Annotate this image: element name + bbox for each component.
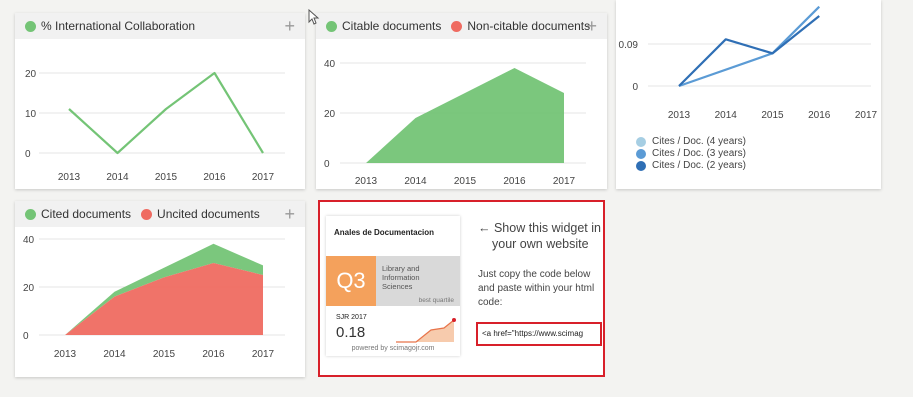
legend-label: Cites / Doc. (4 years) xyxy=(652,136,746,147)
legend-dot-icon xyxy=(636,160,646,171)
x-tick-label: 2016 xyxy=(808,110,831,121)
sjr-sparkline xyxy=(396,318,456,343)
best-quartile-label: best quartile xyxy=(418,297,454,304)
card-header: Cited documents Uncited documents xyxy=(15,201,305,227)
x-tick-label: 2013 xyxy=(355,176,378,187)
sjr-year-label: SJR 2017 xyxy=(336,314,367,321)
legend-dot-icon xyxy=(636,136,646,147)
intl-collab-chart: 0 10 20 2013 2014 2015 2016 2017 xyxy=(25,69,285,183)
x-tick-label: 2017 xyxy=(855,110,878,121)
legend-dot-icon xyxy=(25,20,36,32)
intl-collab-card: % International Collaboration + 0 10 20 201… xyxy=(15,13,305,189)
cites-per-doc-card: 0 0.09 2013 2014 2015 2016 2017 Cites / Doc. (… xyxy=(616,0,881,189)
legend-label: Cites / Doc. (2 years) xyxy=(652,160,746,171)
cited-docs-chart: 0 20 40 2013 2014 2015 2016 2017 xyxy=(23,235,285,360)
y-tick-label: 0 xyxy=(23,331,29,342)
widget-highlight-frame: Anales de Documentacion Q3 Library and I… xyxy=(318,200,605,377)
y-tick-label: 0 xyxy=(632,82,638,93)
x-tick-label: 2015 xyxy=(153,349,176,360)
y-tick-label: 40 xyxy=(23,235,35,246)
y-tick-label: 40 xyxy=(324,59,336,70)
legend-dot-icon xyxy=(141,208,153,220)
legend-dot-icon xyxy=(25,208,36,220)
mouse-cursor-icon xyxy=(308,9,320,25)
legend-dot-icon xyxy=(636,148,646,159)
cites-per-doc-chart: 0 0.09 2013 2014 2015 2016 2017 xyxy=(619,5,878,121)
card-header: % International Collaboration xyxy=(15,13,305,39)
y-tick-label: 20 xyxy=(324,109,336,120)
y-tick-label: 0 xyxy=(324,159,330,170)
y-tick-label: 0 xyxy=(25,149,31,160)
legend-label: Uncited documents xyxy=(157,207,260,221)
legend-label: Citable documents xyxy=(342,19,442,33)
sjr-widget[interactable]: Anales de Documentacion Q3 Library and I… xyxy=(326,216,460,356)
embed-code-field[interactable]: <a href="https://www.scimag xyxy=(476,322,602,346)
widget-heading: ← Show this widget in your own website xyxy=(478,221,601,251)
x-tick-label: 2014 xyxy=(404,176,427,187)
x-tick-label: 2013 xyxy=(58,172,81,183)
legend-item-uncited[interactable]: Uncited documents xyxy=(141,207,260,221)
widget-instructions: Just copy the code below and paste withi… xyxy=(478,269,595,308)
journal-title: Anales de Documentacion xyxy=(334,228,435,237)
x-tick-label: 2015 xyxy=(761,110,784,121)
expand-plus-icon[interactable]: + xyxy=(284,204,295,225)
cited-docs-card: Cited documents Uncited documents + 0 20 4… xyxy=(15,201,305,377)
citable-docs-card: Citable documents Non-citable documents … xyxy=(316,13,607,189)
card-header: Citable documents Non-citable documents xyxy=(316,13,607,39)
legend-label: Cited documents xyxy=(41,207,132,221)
x-tick-label: 2015 xyxy=(155,172,178,183)
legend-dot-icon xyxy=(326,20,337,32)
category-label: Library and Information Sciences xyxy=(382,264,420,291)
legend-label: Cites / Doc. (3 years) xyxy=(652,148,746,159)
y-tick-label: 0.09 xyxy=(619,40,639,51)
legend-label: Non-citable documents xyxy=(467,19,591,33)
x-tick-label: 2014 xyxy=(715,110,738,121)
x-tick-label: 2016 xyxy=(202,349,225,360)
citable-docs-chart: 0 20 40 2013 2014 2015 2016 2017 xyxy=(324,59,586,187)
powered-by-label: powered by scimagojr.com xyxy=(351,345,435,352)
y-tick-label: 20 xyxy=(25,69,37,80)
x-tick-label: 2013 xyxy=(54,349,77,360)
legend-item-citable[interactable]: Citable documents xyxy=(326,19,441,33)
x-tick-label: 2015 xyxy=(454,176,477,187)
x-tick-label: 2016 xyxy=(503,176,526,187)
quartile-badge: Q3 xyxy=(326,256,376,306)
legend-item-cites-2y[interactable]: Cites / Doc. (2 years) xyxy=(636,160,746,171)
legend-item-noncitable[interactable]: Non-citable documents xyxy=(451,19,590,33)
y-tick-label: 20 xyxy=(23,283,35,294)
x-tick-label: 2014 xyxy=(106,172,129,183)
x-tick-label: 2017 xyxy=(252,172,275,183)
legend-item-cites-3y[interactable]: Cites / Doc. (3 years) xyxy=(636,148,746,159)
legend-label: % International Collaboration xyxy=(41,19,196,33)
legend-item-cites-4y[interactable]: Cites / Doc. (4 years) xyxy=(636,136,746,147)
x-tick-label: 2017 xyxy=(553,176,576,187)
y-tick-label: 10 xyxy=(25,109,37,120)
expand-plus-icon[interactable]: + xyxy=(284,16,295,37)
x-tick-label: 2013 xyxy=(668,110,691,121)
x-tick-label: 2016 xyxy=(203,172,226,183)
sjr-value: 0.18 xyxy=(336,324,366,341)
quartile-row: Q3 Library and Information Sciences best… xyxy=(326,256,460,306)
legend-item-cited[interactable]: Cited documents xyxy=(25,207,131,221)
x-tick-label: 2017 xyxy=(252,349,275,360)
area-series-citable-documents xyxy=(366,68,564,163)
expand-plus-icon[interactable]: + xyxy=(586,16,597,37)
legend-dot-icon xyxy=(451,20,463,32)
legend-item-intl[interactable]: % International Collaboration xyxy=(25,19,195,33)
x-tick-label: 2014 xyxy=(103,349,126,360)
